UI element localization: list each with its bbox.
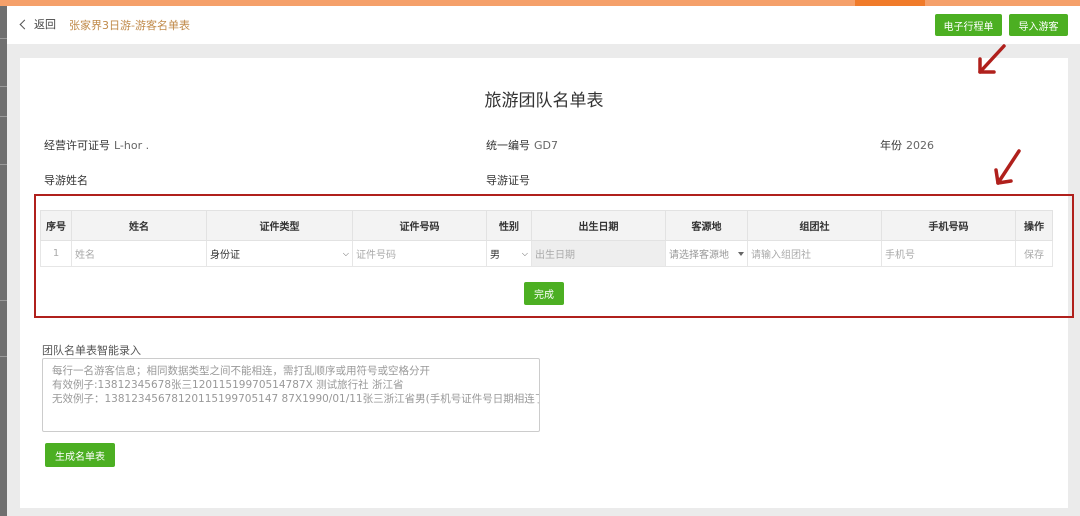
license-info: 经营许可证号 L-hor . — [44, 137, 149, 153]
cert-type-value: 身份证 — [210, 250, 240, 261]
tourist-table: 序号 姓名 证件类型 证件号码 性别 出生日期 客源地 组团社 手机号码 操作 … — [40, 210, 1053, 267]
year-info: 年份 2026 — [880, 137, 934, 153]
col-birth: 出生日期 — [531, 210, 666, 241]
unified-number-info: 统一编号 GD7 — [486, 137, 558, 153]
table-header-row: 序号 姓名 证件类型 证件号码 性别 出生日期 客源地 组团社 手机号码 操作 — [40, 210, 1053, 241]
col-cert-no: 证件号码 — [352, 210, 487, 241]
chevron-down-icon: ⌵ — [521, 248, 528, 258]
back-button[interactable]: 返回 — [19, 16, 56, 32]
guide-cert-label: 导游证号 — [486, 174, 530, 187]
gender-select[interactable]: 男 ⌵ — [486, 240, 532, 267]
unified-value: GD7 — [534, 139, 558, 152]
save-link[interactable]: 保存 — [1015, 240, 1053, 267]
origin-placeholder: 请选择客源地 — [669, 250, 729, 261]
gender-value: 男 — [490, 250, 500, 261]
chevron-left-icon — [19, 19, 30, 29]
annotation-arrow-icon — [978, 44, 1006, 74]
license-label: 经营许可证号 — [44, 139, 110, 152]
birth-date-input[interactable]: 出生日期 — [531, 240, 666, 267]
import-tourists-button[interactable]: 导入游客 — [1009, 14, 1068, 36]
table-row: 1 姓名 身份证 ⌵ 证件号码 男 ⌵ 出生日期 请选择客源地 请输入组团社 手机号… — [40, 240, 1053, 267]
cert-type-select[interactable]: 身份证 ⌵ — [206, 240, 353, 267]
origin-select[interactable]: 请选择客源地 — [665, 240, 748, 267]
back-label: 返回 — [34, 18, 56, 31]
cert-no-input[interactable]: 证件号码 — [352, 240, 487, 267]
guide-name-label: 导游姓名 — [44, 174, 88, 187]
phone-input[interactable]: 手机号 — [881, 240, 1016, 267]
itinerary-button[interactable]: 电子行程单 — [935, 14, 1002, 36]
generate-list-button[interactable]: 生成名单表 — [45, 443, 115, 467]
col-gender: 性别 — [486, 210, 532, 241]
col-agency: 组团社 — [747, 210, 882, 241]
year-label: 年份 — [880, 139, 902, 152]
name-input[interactable]: 姓名 — [71, 240, 207, 267]
col-action: 操作 — [1015, 210, 1053, 241]
col-index: 序号 — [40, 210, 72, 241]
done-button[interactable]: 完成 — [524, 282, 564, 305]
top-header: 返回 张家界3日游-游客名单表 电子行程单 导入游客 — [7, 6, 1080, 44]
left-sidebar-edge — [0, 6, 7, 516]
col-phone: 手机号码 — [881, 210, 1016, 241]
caret-down-icon — [738, 251, 744, 256]
col-cert-type: 证件类型 — [206, 210, 353, 241]
page-title: 旅游团队名单表 — [484, 91, 604, 111]
year-value: 2026 — [906, 139, 934, 152]
unified-label: 统一编号 — [486, 139, 530, 152]
smart-entry-textarea[interactable]: 每行一名游客信息；相同数据类型之间不能相连，需打乱顺序或用符号或空格分开 有效例… — [42, 358, 540, 432]
chevron-down-icon: ⌵ — [342, 248, 349, 258]
col-name: 姓名 — [71, 210, 207, 241]
license-value: L-hor . — [114, 139, 150, 152]
annotation-arrow-icon — [994, 149, 1021, 185]
row-index: 1 — [40, 240, 72, 267]
agency-input[interactable]: 请输入组团社 — [747, 240, 882, 267]
breadcrumb: 张家界3日游-游客名单表 — [69, 19, 190, 32]
smart-entry-label: 团队名单表智能录入 — [42, 344, 141, 357]
col-origin: 客源地 — [665, 210, 748, 241]
